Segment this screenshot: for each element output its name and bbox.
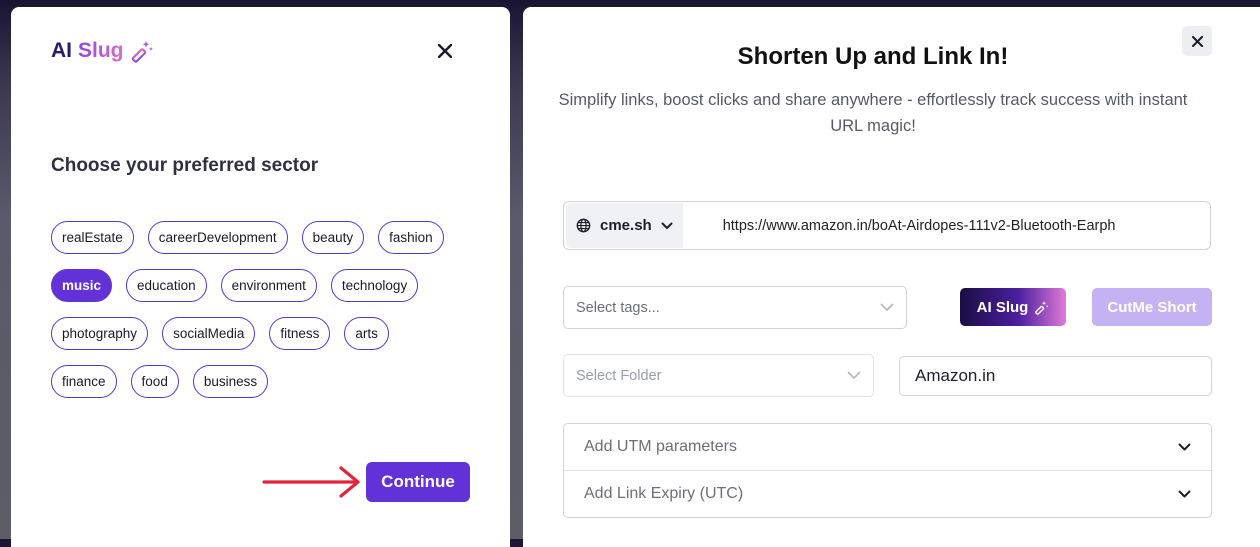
page-subtitle: Simplify links, boost clicks and share a… — [558, 91, 1188, 135]
domain-dropdown[interactable]: cme.sh — [566, 203, 683, 248]
sector-chip[interactable]: socialMedia — [162, 317, 256, 350]
ai-slug-label: AI Slug — [976, 298, 1029, 316]
tags-placeholder: Select tags... — [576, 299, 660, 316]
chevron-down-icon — [661, 222, 673, 229]
pointer-arrow-icon — [262, 466, 360, 498]
utm-label: Add UTM parameters — [584, 438, 737, 455]
url-input-group: cme.sh — [563, 201, 1211, 250]
brand-ai-text: AI — [51, 39, 72, 62]
sector-chip[interactable]: food — [130, 365, 179, 398]
magic-wand-icon — [131, 41, 153, 63]
shorten-panel: Shorten Up and Link In! Simplify links, … — [523, 7, 1260, 547]
sector-chip-selected[interactable]: music — [51, 269, 113, 302]
chip-row: photography socialMedia fitness arts — [51, 317, 481, 350]
advanced-options: Add UTM parameters Add Link Expiry (UTC) — [563, 423, 1212, 518]
sector-chip[interactable]: beauty — [301, 221, 365, 254]
expiry-label: Add Link Expiry (UTC) — [584, 484, 744, 502]
link-title-input[interactable]: Amazon.in — [899, 356, 1212, 396]
long-url-input[interactable] — [682, 216, 1210, 235]
sector-heading: Choose your preferred sector — [51, 155, 319, 176]
sector-chip[interactable]: fashion — [378, 221, 444, 254]
close-button[interactable] — [432, 38, 458, 64]
sector-chip[interactable]: arts — [344, 317, 389, 350]
utm-parameters-toggle[interactable]: Add UTM parameters — [564, 424, 1211, 470]
chip-row: finance food business — [51, 365, 481, 398]
magic-wand-icon — [1035, 300, 1049, 315]
sector-chip[interactable]: realEstate — [51, 221, 134, 254]
close-icon — [438, 44, 452, 58]
domain-value: cme.sh — [600, 217, 652, 234]
page-title: Shorten Up and Link In! — [737, 43, 1009, 70]
continue-button[interactable]: Continue — [366, 462, 470, 502]
ai-slug-button[interactable]: AI Slug — [960, 288, 1066, 326]
sector-chip[interactable]: careerDevelopment — [147, 221, 288, 254]
sector-chip[interactable]: environment — [220, 269, 317, 302]
sector-chip[interactable]: business — [192, 365, 269, 398]
sector-chip[interactable]: education — [126, 269, 207, 302]
cutme-short-button[interactable]: CutMe Short — [1092, 288, 1212, 326]
brand-logo: AI Slug — [51, 39, 154, 63]
chip-row: music education environment technology — [51, 269, 481, 302]
sector-chip[interactable]: finance — [51, 365, 117, 398]
link-expiry-toggle[interactable]: Add Link Expiry (UTC) — [564, 470, 1211, 516]
globe-icon — [576, 218, 591, 233]
folder-dropdown[interactable]: Select Folder — [563, 354, 874, 397]
sector-chip[interactable]: fitness — [269, 317, 331, 350]
folder-placeholder: Select Folder — [576, 367, 662, 384]
brand-slug-text: Slug — [78, 39, 124, 62]
tags-dropdown[interactable]: Select tags... — [563, 286, 907, 329]
chevron-down-icon — [1178, 443, 1191, 451]
chevron-down-icon — [847, 371, 861, 379]
chip-row: realEstate careerDevelopment beauty fash… — [51, 221, 481, 254]
sector-chip[interactable]: photography — [51, 317, 149, 350]
chevron-down-icon — [1178, 490, 1191, 497]
sector-panel: AI Slug Choose your preferred sector rea… — [11, 7, 510, 547]
sector-chip-list: realEstate careerDevelopment beauty fash… — [51, 221, 481, 413]
chevron-down-icon — [880, 303, 894, 311]
sector-chip[interactable]: technology — [330, 269, 419, 302]
